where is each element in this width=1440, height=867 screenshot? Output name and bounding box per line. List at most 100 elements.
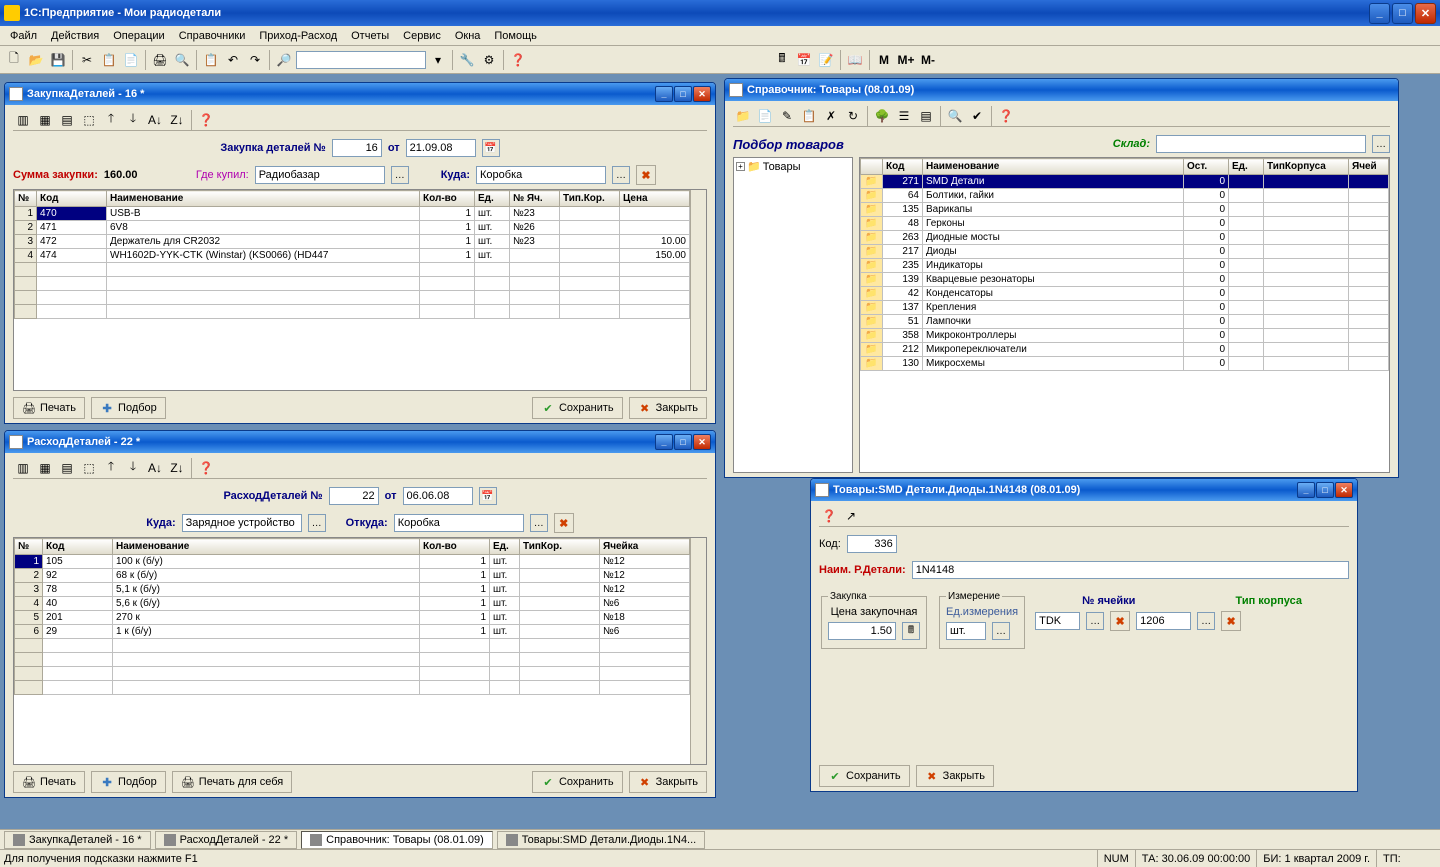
scrollbar[interactable] xyxy=(690,190,706,390)
tb-ico2[interactable]: ▦ xyxy=(35,458,55,478)
podbor-button[interactable]: ✚Подбор xyxy=(91,397,166,419)
tool1-icon[interactable]: 🔧 xyxy=(457,50,477,70)
item-name-input[interactable] xyxy=(912,561,1349,579)
refresh-icon[interactable]: ↻ xyxy=(843,106,863,126)
save-icon[interactable]: 💾 xyxy=(48,50,68,70)
catalog-grid[interactable]: КодНаименованиеОст.Ед.ТипКорпусаЯчей 📁27… xyxy=(859,157,1390,473)
exp-save-button[interactable]: ✔Сохранить xyxy=(532,771,623,793)
help-icon[interactable]: ❓ xyxy=(996,106,1016,126)
to-input[interactable] xyxy=(476,166,606,184)
menu-catalogs[interactable]: Справочники xyxy=(173,28,252,44)
menu-actions[interactable]: Действия xyxy=(45,28,105,44)
tool2-icon[interactable]: ⚙ xyxy=(479,50,499,70)
preview-icon[interactable]: 🔍 xyxy=(172,50,192,70)
exp-from-clear-button[interactable]: ✖ xyxy=(554,513,574,533)
up-icon[interactable]: 🡑 xyxy=(101,110,121,130)
to-clear-button[interactable]: ✖ xyxy=(636,165,656,185)
find-icon[interactable]: 🔎 xyxy=(274,50,294,70)
help-icon[interactable]: ❓ xyxy=(196,458,216,478)
item-minimize-button[interactable]: _ xyxy=(1297,482,1315,498)
help-icon[interactable]: ❓ xyxy=(196,110,216,130)
exp-from-input[interactable] xyxy=(394,514,524,532)
tb-ico2[interactable]: ▦ xyxy=(35,110,55,130)
down-icon[interactable]: 🡓 xyxy=(123,110,143,130)
catalog-tree[interactable]: +📁Товары xyxy=(733,157,853,473)
expense-minimize-button[interactable]: _ xyxy=(655,434,673,450)
list-icon[interactable]: ☰ xyxy=(894,106,914,126)
exp-from-select-button[interactable]: … xyxy=(530,514,548,532)
open-icon[interactable]: 📂 xyxy=(26,50,46,70)
calendar-icon[interactable]: 📅 xyxy=(794,50,814,70)
tree-icon[interactable]: 🌳 xyxy=(872,106,892,126)
menu-reports[interactable]: Отчеты xyxy=(345,28,395,44)
tb-ico3[interactable]: ▤ xyxy=(57,110,77,130)
expense-grid[interactable]: №КодНаименованиеКол-воЕд.ТипКор.Ячейка 1… xyxy=(13,537,707,765)
item-code-input[interactable] xyxy=(847,535,897,553)
item-save-button[interactable]: ✔Сохранить xyxy=(819,765,910,787)
sort-desc-icon[interactable]: Z↓ xyxy=(167,110,187,130)
flat-icon[interactable]: ▤ xyxy=(916,106,936,126)
menu-service[interactable]: Сервис xyxy=(397,28,447,44)
task-item[interactable]: Товары:SMD Детали.Диоды.1N4... xyxy=(497,831,705,849)
case-input[interactable] xyxy=(1136,612,1191,630)
unit-input[interactable] xyxy=(946,622,986,640)
expand-icon[interactable]: + xyxy=(736,162,745,171)
edit-icon[interactable]: ✎ xyxy=(777,106,797,126)
cell-input[interactable] xyxy=(1035,612,1080,630)
expense-maximize-button[interactable]: □ xyxy=(674,434,692,450)
print-icon[interactable]: 🖨 xyxy=(150,50,170,70)
item-close-button[interactable]: ✕ xyxy=(1335,482,1353,498)
app-close-button[interactable]: ✕ xyxy=(1415,3,1436,24)
calc-icon[interactable]: 🖩 xyxy=(772,50,792,70)
copy-row-icon[interactable]: 📋 xyxy=(799,106,819,126)
item-maximize-button[interactable]: □ xyxy=(1316,482,1334,498)
exp-close-button[interactable]: ✖Закрыть xyxy=(629,771,707,793)
tb-ico1[interactable]: ▥ xyxy=(13,458,33,478)
props-icon[interactable]: 📋 xyxy=(201,50,221,70)
cell-select-button[interactable]: … xyxy=(1086,612,1104,630)
exp-podbor-button[interactable]: ✚Подбор xyxy=(91,771,166,793)
tb-ico1[interactable]: ▥ xyxy=(13,110,33,130)
close-button[interactable]: ✖Закрыть xyxy=(629,397,707,419)
exp-docdate-input[interactable] xyxy=(403,487,473,505)
menu-operations[interactable]: Операции xyxy=(107,28,170,44)
print-button[interactable]: 🖨Печать xyxy=(13,397,85,419)
save-button[interactable]: ✔Сохранить xyxy=(532,397,623,419)
exp-to-select-button[interactable]: … xyxy=(308,514,326,532)
undo-icon[interactable]: ↶ xyxy=(223,50,243,70)
purchase-close-button[interactable]: ✕ xyxy=(693,86,711,102)
dropdown-icon[interactable]: ▾ xyxy=(428,50,448,70)
case-select-button[interactable]: … xyxy=(1197,612,1215,630)
to-select-button[interactable]: … xyxy=(612,166,630,184)
memory-mplus-button[interactable]: M+ xyxy=(896,50,916,70)
tb-ico4[interactable]: ⬚ xyxy=(79,458,99,478)
menu-file[interactable]: Файл xyxy=(4,28,43,44)
purchase-minimize-button[interactable]: _ xyxy=(655,86,673,102)
exp-print-button[interactable]: 🖨Печать xyxy=(13,771,85,793)
cut-icon[interactable]: ✂ xyxy=(77,50,97,70)
menu-inout[interactable]: Приход-Расход xyxy=(253,28,343,44)
sort-asc-icon[interactable]: A↓ xyxy=(145,110,165,130)
unit-select-button[interactable]: … xyxy=(992,622,1010,640)
date-picker-button[interactable]: 📅 xyxy=(482,139,500,157)
sklad-select-button[interactable]: … xyxy=(1372,135,1390,153)
exp-print-self-button[interactable]: 🖨Печать для себя xyxy=(172,771,292,793)
app-minimize-button[interactable]: _ xyxy=(1369,3,1390,24)
sklad-input[interactable] xyxy=(1156,135,1366,153)
help-icon[interactable]: ❓ xyxy=(508,50,528,70)
where-input[interactable] xyxy=(255,166,385,184)
find-icon[interactable]: 🔍 xyxy=(945,106,965,126)
exp-to-input[interactable] xyxy=(182,514,302,532)
case-clear-button[interactable]: ✖ xyxy=(1221,611,1241,631)
menu-windows[interactable]: Окна xyxy=(449,28,487,44)
purchase-grid[interactable]: №КодНаименованиеКол-воЕд.№ Яч.Тип.Кор.Це… xyxy=(13,189,707,391)
sort-desc-icon[interactable]: Z↓ xyxy=(167,458,187,478)
new-item-icon[interactable]: 📄 xyxy=(755,106,775,126)
price-calc-button[interactable]: 🖩 xyxy=(902,622,920,640)
item-close-button[interactable]: ✖Закрыть xyxy=(916,765,994,787)
help-icon[interactable]: ❓ xyxy=(819,506,839,526)
hint-icon[interactable]: ↗ xyxy=(841,506,861,526)
memory-m-button[interactable]: M xyxy=(874,50,894,70)
tb-ico4[interactable]: ⬚ xyxy=(79,110,99,130)
purchase-maximize-button[interactable]: □ xyxy=(674,86,692,102)
